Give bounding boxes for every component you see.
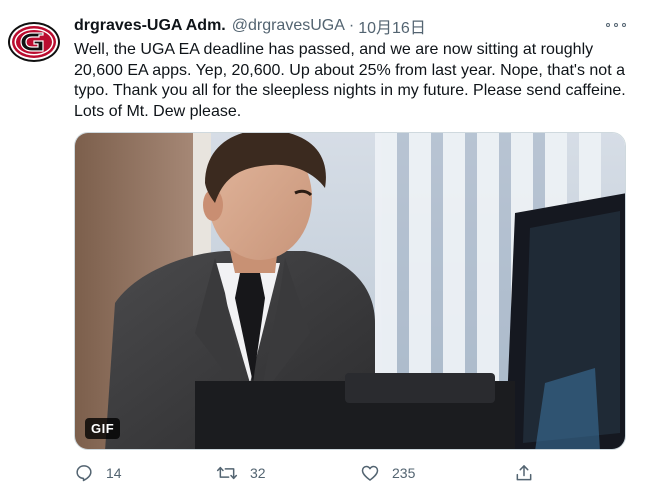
gif-media[interactable]: GIF [74,132,626,450]
reply-icon [76,465,92,482]
tweet-header: drgraves-UGA Adm. @drgravesUGA · 10月16日 [74,15,632,37]
tweet-date[interactable]: 10月16日 [358,14,426,38]
retweet-count: 32 [250,465,266,481]
avatar[interactable] [8,22,60,62]
like-count: 235 [392,465,416,481]
tweet-actions: 14 32 235 [74,462,554,484]
tweet-text: Well, the UGA EA deadline has passed, an… [74,41,626,120]
user-handle[interactable]: @drgravesUGA [232,17,345,35]
retweet-button[interactable]: 32 [216,462,266,484]
gif-image [75,133,625,449]
reply-button[interactable]: 14 [74,462,122,484]
share-button[interactable] [514,462,534,484]
separator-dot: · [348,17,355,34]
like-button[interactable]: 235 [360,462,415,484]
display-name[interactable]: drgraves-UGA Adm. [74,17,226,35]
retweet-icon [216,466,238,480]
heart-icon [361,465,379,481]
reply-count: 14 [106,465,122,481]
georgia-g-logo [12,26,56,58]
tweet-card[interactable]: drgraves-UGA Adm. @drgravesUGA · 10月16日 … [0,0,652,497]
more-options-icon[interactable] [606,18,626,32]
share-icon [516,465,532,481]
gif-badge: GIF [85,418,121,439]
